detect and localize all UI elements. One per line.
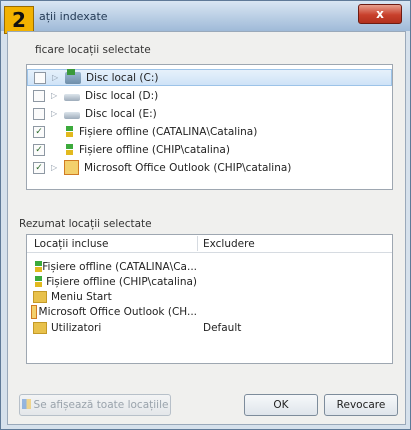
list-item[interactable]: Fișiere offline (CHIP\catalina) <box>27 274 392 289</box>
title-bar[interactable]: ații indexate x <box>1 1 410 31</box>
list-item[interactable]: Meniu Start <box>27 289 392 304</box>
offline-files-icon <box>64 125 74 138</box>
checkbox[interactable] <box>33 89 45 102</box>
cancel-button[interactable]: Revocare <box>324 394 398 416</box>
shield-icon <box>21 399 31 409</box>
column-header-included[interactable]: Locații incluse <box>34 238 108 250</box>
tree-item-drive-d[interactable]: ▷ Disc local (D:) <box>27 87 392 104</box>
show-all-locations-button[interactable]: Se afișează toate locațiile <box>19 394 171 416</box>
drive-c-icon <box>65 68 81 84</box>
offline-files-icon <box>33 275 43 288</box>
window-title: ații indexate <box>39 10 108 23</box>
outlook-icon <box>64 160 79 175</box>
tree-item-offline-catalina[interactable]: ✓ Fișiere offline (CATALINA\Catalina) <box>27 123 392 140</box>
dialog-body: ficare locații selectate ▷ Disc local (C… <box>7 31 406 425</box>
ok-button[interactable]: OK <box>244 394 318 416</box>
tree-item-label: Disc local (D:) <box>85 89 159 102</box>
tree-item-label: Fișiere offline (CATALINA\Catalina) <box>79 125 258 138</box>
checkbox-checked[interactable]: ✓ <box>33 161 45 174</box>
tree-item-label: Disc local (E:) <box>85 107 157 120</box>
expand-arrow-icon[interactable]: ▷ <box>51 91 61 100</box>
list-item[interactable]: Utilizatori Default <box>27 320 392 335</box>
folder-icon <box>33 321 47 334</box>
tree-item-drive-c[interactable]: ▷ Disc local (C:) <box>27 68 392 86</box>
close-button[interactable]: x <box>358 4 402 24</box>
expand-arrow-icon[interactable]: ▷ <box>52 73 62 82</box>
expand-arrow-icon[interactable]: ▷ <box>51 109 61 118</box>
drive-icon <box>64 111 80 119</box>
checkbox[interactable] <box>33 107 45 120</box>
indexed-locations-window: ații indexate x 2 ficare locații selecta… <box>0 0 411 430</box>
tree-item-label: Fișiere offline (CHIP\catalina) <box>79 143 230 156</box>
checkbox-checked[interactable]: ✓ <box>33 143 45 156</box>
outlook-icon <box>31 304 37 319</box>
column-header-excluded[interactable]: Excludere <box>203 238 255 250</box>
tree-item-outlook[interactable]: ✓ ▷ Microsoft Office Outlook (CHIP\catal… <box>27 159 392 176</box>
offline-files-icon <box>33 260 43 273</box>
expand-arrow-icon[interactable]: ▷ <box>51 163 61 172</box>
offline-files-icon <box>64 143 74 156</box>
step-number-badge: 2 <box>4 6 34 34</box>
list-item[interactable]: Fișiere offline (CATALINA\Ca... <box>27 259 392 274</box>
tree-item-label: Disc local (C:) <box>86 71 159 84</box>
tree-item-drive-e[interactable]: ▷ Disc local (E:) <box>27 105 392 122</box>
locations-tree[interactable]: ▷ Disc local (C:) ▷ Disc local (D:) ▷ Di… <box>26 64 393 190</box>
checkbox-checked[interactable]: ✓ <box>33 125 45 138</box>
summary-list[interactable]: Locații incluse Excludere Fișiere offlin… <box>26 234 393 364</box>
folder-icon <box>33 290 47 303</box>
drive-icon <box>64 93 80 101</box>
checkbox[interactable] <box>34 71 46 84</box>
tree-item-offline-chip[interactable]: ✓ Fișiere offline (CHIP\catalina) <box>27 141 392 158</box>
summary-label: Rezumat locații selectate <box>19 218 152 230</box>
list-header: Locații incluse Excludere <box>27 235 392 253</box>
modify-locations-label: ficare locații selectate <box>35 44 151 56</box>
tree-item-label: Microsoft Office Outlook (CHIP\catalina) <box>84 161 292 174</box>
list-item[interactable]: Microsoft Office Outlook (CH... <box>27 304 392 319</box>
